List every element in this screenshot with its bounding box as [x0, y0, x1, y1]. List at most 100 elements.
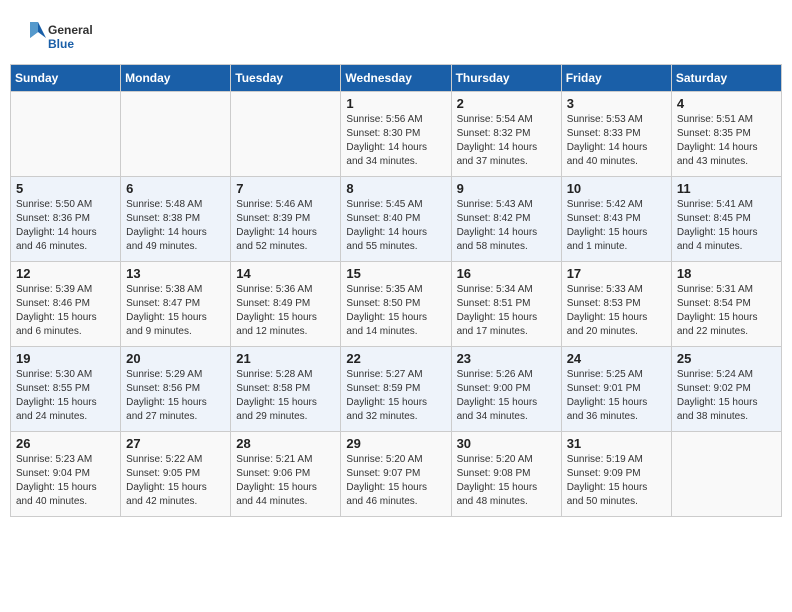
day-info: Sunrise: 5:36 AM Sunset: 8:49 PM Dayligh…: [236, 283, 335, 339]
day-number: 8: [346, 181, 445, 196]
calendar-cell: 4 Sunrise: 5:51 AM Sunset: 8:35 PM Daylig…: [671, 92, 781, 177]
day-number: 9: [457, 181, 556, 196]
day-number: 20: [126, 351, 225, 366]
day-number: 7: [236, 181, 335, 196]
day-info: Sunrise: 5:30 AM Sunset: 8:55 PM Dayligh…: [16, 368, 115, 424]
day-number: 16: [457, 266, 556, 281]
day-info: Sunrise: 5:27 AM Sunset: 8:59 PM Dayligh…: [346, 368, 445, 424]
calendar-cell: 7 Sunrise: 5:46 AM Sunset: 8:39 PM Daylig…: [231, 177, 341, 262]
day-number: 24: [567, 351, 666, 366]
day-number: 22: [346, 351, 445, 366]
day-number: 4: [677, 96, 776, 111]
day-number: 29: [346, 436, 445, 451]
calendar-cell: 12 Sunrise: 5:39 AM Sunset: 8:46 PM Dayli…: [11, 262, 121, 347]
weekday-header: Wednesday: [341, 65, 451, 92]
calendar-cell: [121, 92, 231, 177]
day-info: Sunrise: 5:33 AM Sunset: 8:53 PM Dayligh…: [567, 283, 666, 339]
calendar-cell: 22 Sunrise: 5:27 AM Sunset: 8:59 PM Dayli…: [341, 347, 451, 432]
day-number: 1: [346, 96, 445, 111]
day-number: 10: [567, 181, 666, 196]
day-number: 31: [567, 436, 666, 451]
day-info: Sunrise: 5:39 AM Sunset: 8:46 PM Dayligh…: [16, 283, 115, 339]
day-number: 5: [16, 181, 115, 196]
day-number: 21: [236, 351, 335, 366]
calendar-week-row: 26 Sunrise: 5:23 AM Sunset: 9:04 PM Dayli…: [11, 432, 782, 517]
svg-text:General: General: [48, 23, 93, 37]
calendar-cell: 23 Sunrise: 5:26 AM Sunset: 9:00 PM Dayli…: [451, 347, 561, 432]
day-info: Sunrise: 5:45 AM Sunset: 8:40 PM Dayligh…: [346, 198, 445, 254]
day-number: 12: [16, 266, 115, 281]
calendar-cell: 14 Sunrise: 5:36 AM Sunset: 8:49 PM Dayli…: [231, 262, 341, 347]
calendar-cell: 20 Sunrise: 5:29 AM Sunset: 8:56 PM Dayli…: [121, 347, 231, 432]
day-info: Sunrise: 5:48 AM Sunset: 8:38 PM Dayligh…: [126, 198, 225, 254]
calendar-cell: 15 Sunrise: 5:35 AM Sunset: 8:50 PM Dayli…: [341, 262, 451, 347]
logo: General Blue: [20, 18, 100, 60]
day-info: Sunrise: 5:41 AM Sunset: 8:45 PM Dayligh…: [677, 198, 776, 254]
day-info: Sunrise: 5:22 AM Sunset: 9:05 PM Dayligh…: [126, 453, 225, 509]
page-header: General Blue: [10, 10, 782, 64]
day-number: 13: [126, 266, 225, 281]
day-info: Sunrise: 5:19 AM Sunset: 9:09 PM Dayligh…: [567, 453, 666, 509]
calendar-cell: 9 Sunrise: 5:43 AM Sunset: 8:42 PM Daylig…: [451, 177, 561, 262]
calendar-week-row: 1 Sunrise: 5:56 AM Sunset: 8:30 PM Daylig…: [11, 92, 782, 177]
calendar-cell: 3 Sunrise: 5:53 AM Sunset: 8:33 PM Daylig…: [561, 92, 671, 177]
day-info: Sunrise: 5:35 AM Sunset: 8:50 PM Dayligh…: [346, 283, 445, 339]
calendar-cell: 1 Sunrise: 5:56 AM Sunset: 8:30 PM Daylig…: [341, 92, 451, 177]
day-info: Sunrise: 5:46 AM Sunset: 8:39 PM Dayligh…: [236, 198, 335, 254]
logo-svg: General Blue: [20, 18, 100, 60]
day-info: Sunrise: 5:53 AM Sunset: 8:33 PM Dayligh…: [567, 113, 666, 169]
day-info: Sunrise: 5:54 AM Sunset: 8:32 PM Dayligh…: [457, 113, 556, 169]
day-number: 18: [677, 266, 776, 281]
day-info: Sunrise: 5:29 AM Sunset: 8:56 PM Dayligh…: [126, 368, 225, 424]
calendar-week-row: 5 Sunrise: 5:50 AM Sunset: 8:36 PM Daylig…: [11, 177, 782, 262]
calendar-cell: 5 Sunrise: 5:50 AM Sunset: 8:36 PM Daylig…: [11, 177, 121, 262]
calendar-table: SundayMondayTuesdayWednesdayThursdayFrid…: [10, 64, 782, 517]
day-info: Sunrise: 5:31 AM Sunset: 8:54 PM Dayligh…: [677, 283, 776, 339]
day-info: Sunrise: 5:21 AM Sunset: 9:06 PM Dayligh…: [236, 453, 335, 509]
day-number: 17: [567, 266, 666, 281]
calendar-cell: 8 Sunrise: 5:45 AM Sunset: 8:40 PM Daylig…: [341, 177, 451, 262]
day-info: Sunrise: 5:38 AM Sunset: 8:47 PM Dayligh…: [126, 283, 225, 339]
calendar-cell: [231, 92, 341, 177]
day-number: 15: [346, 266, 445, 281]
svg-text:Blue: Blue: [48, 37, 74, 51]
day-info: Sunrise: 5:23 AM Sunset: 9:04 PM Dayligh…: [16, 453, 115, 509]
day-info: Sunrise: 5:43 AM Sunset: 8:42 PM Dayligh…: [457, 198, 556, 254]
calendar-cell: 17 Sunrise: 5:33 AM Sunset: 8:53 PM Dayli…: [561, 262, 671, 347]
day-info: Sunrise: 5:42 AM Sunset: 8:43 PM Dayligh…: [567, 198, 666, 254]
calendar-cell: 27 Sunrise: 5:22 AM Sunset: 9:05 PM Dayli…: [121, 432, 231, 517]
day-number: 2: [457, 96, 556, 111]
calendar-cell: 13 Sunrise: 5:38 AM Sunset: 8:47 PM Dayli…: [121, 262, 231, 347]
calendar-cell: 2 Sunrise: 5:54 AM Sunset: 8:32 PM Daylig…: [451, 92, 561, 177]
day-info: Sunrise: 5:20 AM Sunset: 9:08 PM Dayligh…: [457, 453, 556, 509]
day-number: 3: [567, 96, 666, 111]
calendar-cell: 10 Sunrise: 5:42 AM Sunset: 8:43 PM Dayli…: [561, 177, 671, 262]
day-number: 14: [236, 266, 335, 281]
weekday-header: Thursday: [451, 65, 561, 92]
calendar-cell: 29Sunrise: 5:20 AM Sunset: 9:07 PM Dayli…: [341, 432, 451, 517]
calendar-cell: 21 Sunrise: 5:28 AM Sunset: 8:58 PM Dayli…: [231, 347, 341, 432]
day-number: 27: [126, 436, 225, 451]
calendar-week-row: 19Sunrise: 5:30 AM Sunset: 8:55 PM Dayli…: [11, 347, 782, 432]
calendar-cell: 31 Sunrise: 5:19 AM Sunset: 9:09 PM Dayli…: [561, 432, 671, 517]
day-number: 6: [126, 181, 225, 196]
calendar-cell: 6 Sunrise: 5:48 AM Sunset: 8:38 PM Daylig…: [121, 177, 231, 262]
day-number: 26: [16, 436, 115, 451]
weekday-header: Sunday: [11, 65, 121, 92]
calendar-cell: 25 Sunrise: 5:24 AM Sunset: 9:02 PM Dayli…: [671, 347, 781, 432]
day-info: Sunrise: 5:56 AM Sunset: 8:30 PM Dayligh…: [346, 113, 445, 169]
day-info: Sunrise: 5:24 AM Sunset: 9:02 PM Dayligh…: [677, 368, 776, 424]
day-info: Sunrise: 5:51 AM Sunset: 8:35 PM Dayligh…: [677, 113, 776, 169]
day-number: 25: [677, 351, 776, 366]
day-number: 30: [457, 436, 556, 451]
calendar-cell: 24Sunrise: 5:25 AM Sunset: 9:01 PM Dayli…: [561, 347, 671, 432]
day-info: Sunrise: 5:50 AM Sunset: 8:36 PM Dayligh…: [16, 198, 115, 254]
calendar-cell: 30 Sunrise: 5:20 AM Sunset: 9:08 PM Dayli…: [451, 432, 561, 517]
calendar-cell: 11Sunrise: 5:41 AM Sunset: 8:45 PM Dayli…: [671, 177, 781, 262]
calendar-cell: [11, 92, 121, 177]
calendar-cell: [671, 432, 781, 517]
day-number: 23: [457, 351, 556, 366]
calendar-week-row: 12 Sunrise: 5:39 AM Sunset: 8:46 PM Dayli…: [11, 262, 782, 347]
day-info: Sunrise: 5:26 AM Sunset: 9:00 PM Dayligh…: [457, 368, 556, 424]
day-info: Sunrise: 5:28 AM Sunset: 8:58 PM Dayligh…: [236, 368, 335, 424]
